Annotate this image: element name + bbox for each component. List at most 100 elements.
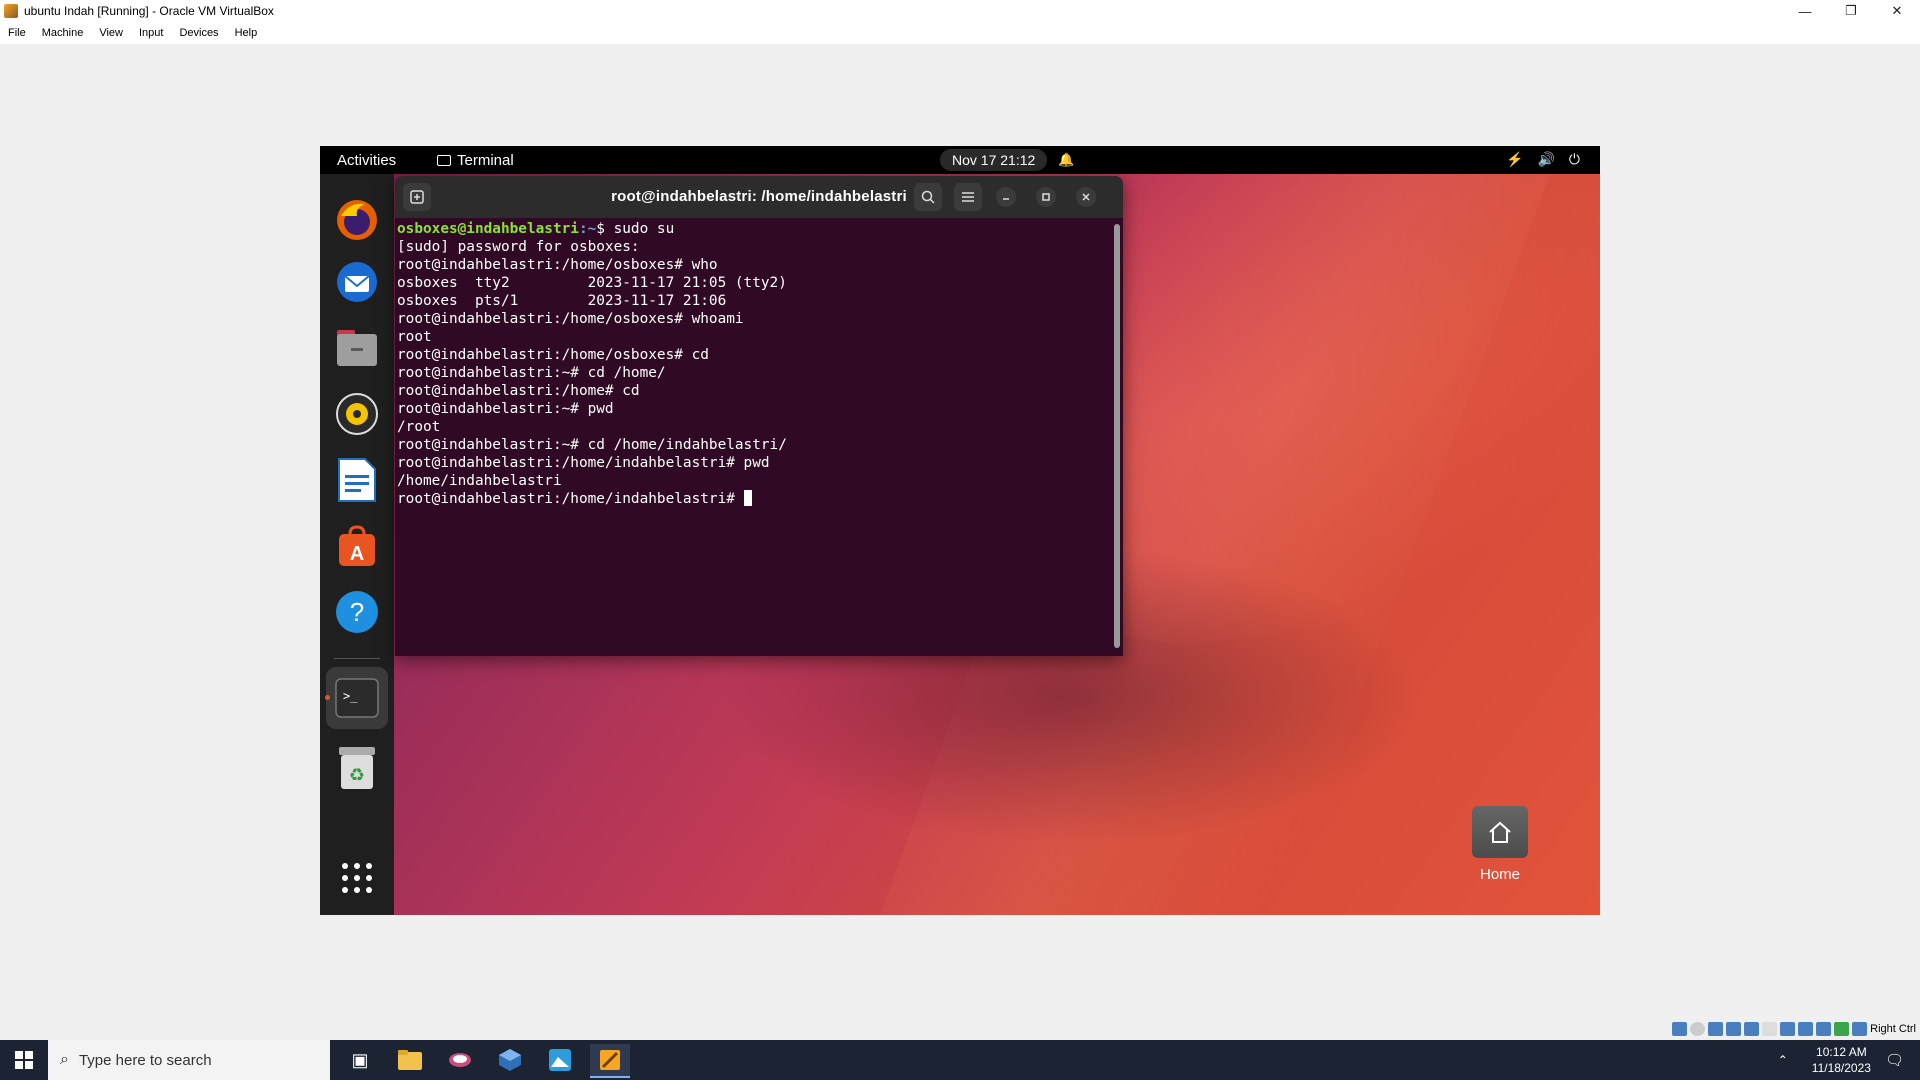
terminal-line: osboxes pts/1 2023-11-17 21:06: [397, 293, 727, 309]
network-adapter-icon[interactable]: [1726, 1022, 1742, 1036]
home-folder-icon: [1472, 806, 1528, 858]
prompt-user: osboxes@indahbelastri: [397, 221, 579, 237]
terminal-line: osboxes tty2 2023-11-17 21:05 (tty2): [397, 275, 787, 291]
svg-text:?: ?: [350, 597, 364, 627]
app-menu[interactable]: Terminal: [437, 152, 514, 169]
menu-view[interactable]: View: [91, 27, 131, 39]
close-button[interactable]: ✕: [1874, 0, 1920, 22]
menu-devices[interactable]: Devices: [171, 27, 226, 39]
terminal-close-button[interactable]: [1076, 187, 1096, 207]
terminal-line: /home/indahbelastri: [397, 473, 562, 489]
prompt-path: :~: [578, 221, 597, 237]
terminal-minimize-button[interactable]: [996, 187, 1016, 207]
terminal-line: [sudo] password for osboxes:: [397, 239, 640, 255]
taskbar-search-box[interactable]: ⌕ Type here to search: [48, 1040, 330, 1080]
thunderbird-icon[interactable]: [333, 258, 381, 306]
terminal-line: root@indahbelastri:/home/osboxes# cd: [397, 347, 709, 363]
desktop-home-folder[interactable]: Home: [1460, 806, 1540, 883]
terminal-prompt-line: root@indahbelastri:/home/indahbelastri#: [397, 490, 752, 507]
app-name: Terminal: [457, 152, 514, 169]
restore-button[interactable]: ❐: [1828, 0, 1874, 22]
audio-icon[interactable]: [1708, 1022, 1724, 1036]
windows-taskbar: ⌕ Type here to search ▣ ⌃ 10:12 AM 11/18…: [0, 1040, 1920, 1080]
system-tray-area: ⌃ 10:12 AM 11/18/2023 🗨: [1778, 1040, 1920, 1080]
clock-button[interactable]: Nov 17 21:12: [940, 149, 1048, 171]
host-window-title: ubuntu Indah [Running] - Oracle VM Virtu…: [24, 4, 274, 18]
terminal-line: root@indahbelastri:/home/indahbelastri#: [397, 491, 744, 507]
volume-icon[interactable]: 🔊: [1537, 151, 1554, 168]
firefox-icon[interactable]: [333, 196, 381, 244]
files-icon[interactable]: [333, 324, 381, 372]
terminal-line: root@indahbelastri:/home/osboxes# whoami: [397, 311, 744, 327]
windows-start-button[interactable]: [0, 1040, 48, 1080]
power-icon[interactable]: ⏻: [1569, 151, 1580, 168]
network-icon[interactable]: ⚡: [1506, 151, 1523, 168]
terminal-icon[interactable]: >_: [333, 674, 381, 722]
text-cursor: [743, 490, 752, 506]
app-center-icon[interactable]: A: [333, 522, 381, 570]
prompt-command: $ sudo su: [596, 221, 675, 237]
search-button[interactable]: [914, 183, 942, 211]
terminal-scrollbar[interactable]: [1114, 224, 1120, 648]
terminal-window[interactable]: root@indahbelastri: /home/indahbelastri …: [395, 176, 1123, 656]
virtualbox-manager-icon[interactable]: [490, 1044, 530, 1076]
terminal-line: root@indahbelastri:/home# cd: [397, 383, 640, 399]
terminal-header-bar[interactable]: root@indahbelastri: /home/indahbelastri: [395, 176, 1123, 218]
terminal-line: root@indahbelastri:~# cd /home/: [397, 365, 666, 381]
usb-icon[interactable]: [1744, 1022, 1760, 1036]
rhythmbox-icon[interactable]: [333, 390, 381, 438]
optical-drive-icon[interactable]: [1690, 1022, 1706, 1036]
writer-icon[interactable]: [333, 456, 381, 504]
show-apps-icon[interactable]: [333, 854, 381, 902]
terminal-maximize-button[interactable]: [1036, 187, 1056, 207]
trash-icon[interactable]: ♻: [333, 744, 381, 792]
taskbar-time: 10:12 AM: [1816, 1045, 1867, 1059]
search-placeholder: Type here to search: [78, 1051, 212, 1069]
terminal-output[interactable]: osboxes@indahbelastri:~$ sudo su [sudo] …: [395, 218, 1115, 656]
svg-text:>_: >_: [343, 689, 358, 703]
host-title-bar: ubuntu Indah [Running] - Oracle VM Virtu…: [0, 0, 1920, 22]
minimize-button[interactable]: —: [1782, 0, 1828, 22]
terminal-line: root@indahbelastri:~# cd /home/indahbela…: [397, 437, 787, 453]
keyboard-icon[interactable]: [1852, 1022, 1868, 1036]
menu-input[interactable]: Input: [131, 27, 171, 39]
vbox-status-bar: Right Ctrl: [1672, 1020, 1916, 1038]
hard-disk-icon[interactable]: [1672, 1022, 1688, 1036]
mouse-integration-icon[interactable]: [1834, 1022, 1850, 1036]
ubuntu-dock: A ? >_ ♻: [320, 174, 394, 915]
terminal-line: osboxes@indahbelastri:~$ sudo su: [397, 221, 674, 237]
photos-app-icon[interactable]: [540, 1044, 580, 1076]
display-icon[interactable]: [1780, 1022, 1796, 1036]
virtualbox-icon: [4, 4, 18, 18]
bell-icon[interactable]: 🔔: [1058, 152, 1074, 168]
dock-separator: [334, 658, 380, 659]
system-tray[interactable]: ⚡ 🔊 ⏻: [1506, 151, 1580, 168]
menu-machine[interactable]: Machine: [34, 27, 92, 39]
host-key-label: Right Ctrl: [1870, 1023, 1916, 1035]
terminal-line: root@indahbelastri:~# pwd: [397, 401, 614, 417]
taskbar-date: 11/18/2023: [1811, 1061, 1871, 1075]
cpu-icon[interactable]: [1816, 1022, 1832, 1036]
chevron-up-icon[interactable]: ⌃: [1778, 1053, 1788, 1067]
svg-text:A: A: [350, 543, 364, 565]
terminal-line: root@indahbelastri:/home/osboxes# who: [397, 257, 718, 273]
recording-icon[interactable]: [1798, 1022, 1814, 1036]
file-explorer-icon[interactable]: [390, 1044, 430, 1076]
virtualbox-vm-taskbar-icon[interactable]: [590, 1044, 630, 1078]
vm-screen[interactable]: Activities Terminal Nov 17 21:12 🔔 ⚡ 🔊 ⏻: [320, 146, 1600, 915]
terminal-line: root: [397, 329, 432, 345]
hamburger-menu-button[interactable]: [954, 183, 982, 211]
notification-icon[interactable]: 🗨: [1885, 1051, 1904, 1069]
search-icon: ⌕: [60, 1051, 69, 1068]
taskbar-clock[interactable]: 10:12 AM 11/18/2023: [1812, 1044, 1871, 1076]
help-icon[interactable]: ?: [333, 588, 381, 636]
snipping-tool-icon[interactable]: [440, 1044, 480, 1076]
svg-text:♻: ♻: [349, 765, 365, 786]
activities-button[interactable]: Activities: [337, 152, 396, 169]
home-folder-label: Home: [1479, 866, 1520, 883]
task-view-icon[interactable]: ▣: [340, 1044, 380, 1076]
shared-folder-icon[interactable]: [1762, 1022, 1778, 1036]
gnome-top-bar: Activities Terminal Nov 17 21:12 🔔 ⚡ 🔊 ⏻: [320, 146, 1600, 174]
menu-help[interactable]: Help: [227, 27, 266, 39]
menu-file[interactable]: File: [0, 27, 34, 39]
